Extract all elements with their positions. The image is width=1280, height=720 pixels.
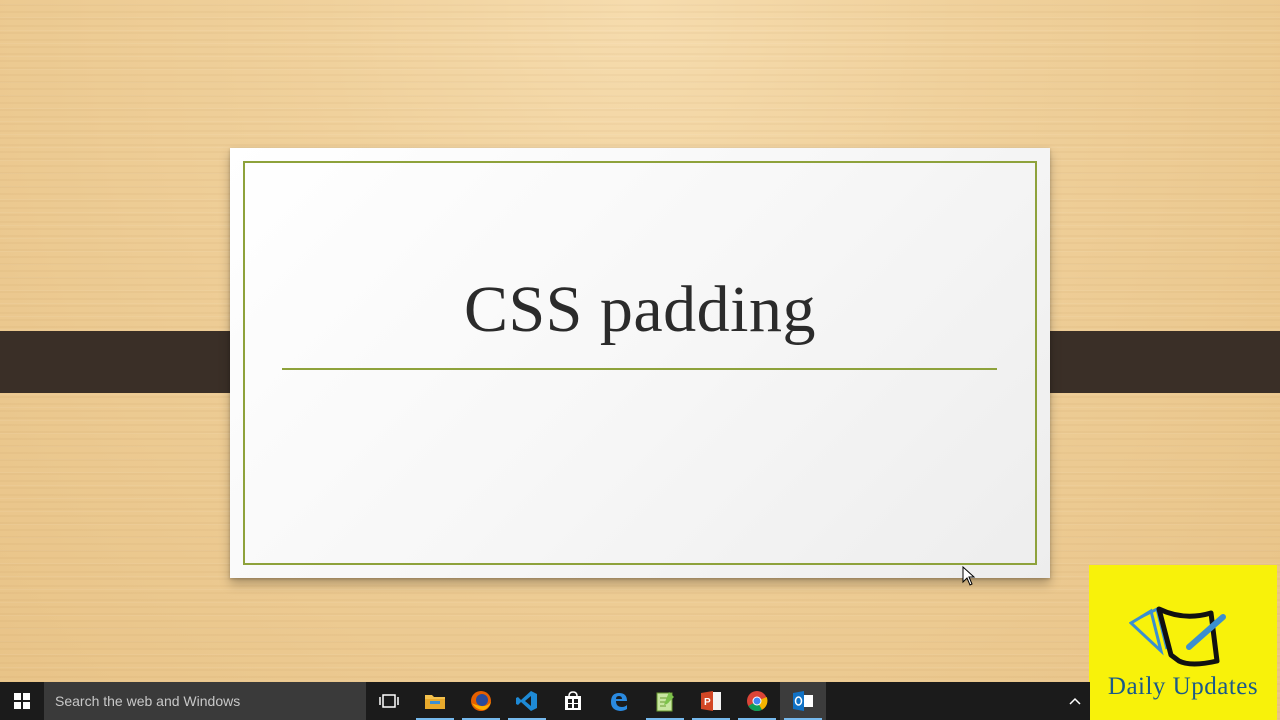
firefox-icon [471, 691, 491, 711]
logo-text: Daily Updates [1107, 673, 1259, 700]
notepad-plus-icon [656, 692, 674, 712]
slide-border [243, 161, 1037, 565]
start-button[interactable] [0, 682, 44, 720]
powerpoint-button[interactable]: P [688, 682, 734, 720]
windows-start-icon [14, 693, 30, 709]
outlook-button[interactable] [780, 682, 826, 720]
chevron-up-icon [1069, 697, 1081, 705]
daily-updates-logo: Daily Updates [1089, 565, 1277, 720]
firefox-button[interactable] [458, 682, 504, 720]
task-view-icon [379, 694, 399, 708]
left-band-decoration [0, 331, 258, 393]
edge-icon [611, 693, 627, 711]
powerpoint-icon: P [701, 691, 721, 711]
svg-text:P: P [704, 697, 711, 708]
title-slide: CSS padding [230, 148, 1050, 578]
windows-taskbar: Search the web and Windows P [0, 682, 1090, 720]
file-explorer-button[interactable] [412, 682, 458, 720]
slide-title: CSS padding [463, 273, 817, 346]
mouse-cursor-icon [962, 566, 976, 586]
edge-button[interactable] [596, 682, 642, 720]
store-icon [565, 691, 581, 710]
chrome-icon [747, 691, 768, 712]
outlook-icon [793, 691, 813, 711]
task-view-button[interactable] [366, 682, 412, 720]
title-underline [282, 368, 997, 370]
vscode-icon [516, 691, 537, 711]
notepad-plus-button[interactable] [642, 682, 688, 720]
presentation-stage: CSS padding [0, 0, 1280, 682]
newspaper-logo-icon [1129, 606, 1226, 667]
chrome-button[interactable] [734, 682, 780, 720]
tray-overflow-button[interactable] [1060, 682, 1090, 720]
search-placeholder: Search the web and Windows [55, 693, 241, 709]
store-button[interactable] [550, 682, 596, 720]
right-band-decoration [1022, 331, 1280, 393]
taskbar-search-box[interactable]: Search the web and Windows [44, 682, 366, 720]
vscode-button[interactable] [504, 682, 550, 720]
file-explorer-icon [425, 695, 445, 709]
